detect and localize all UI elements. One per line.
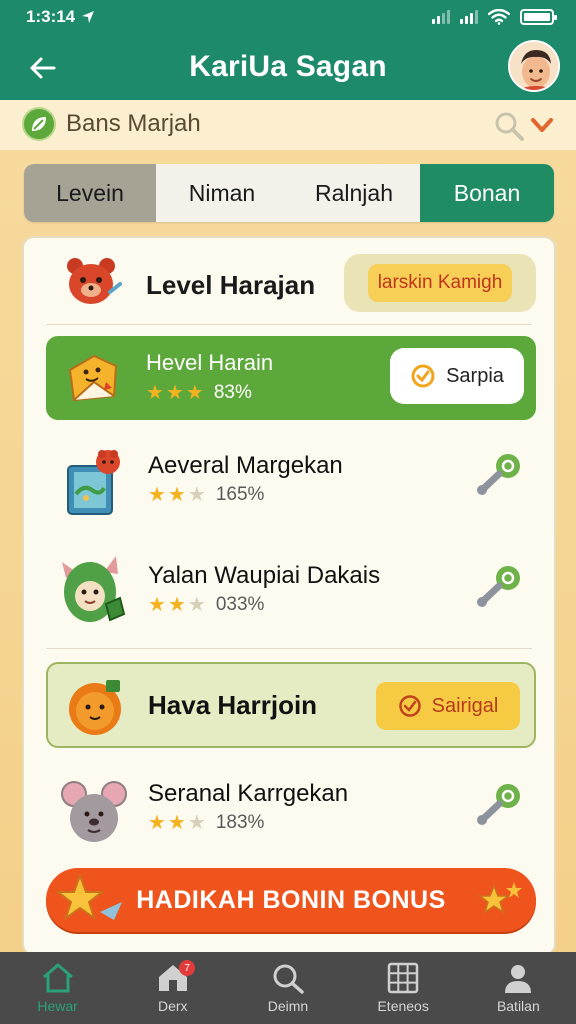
- grid-icon: [387, 962, 419, 994]
- dino-mascot-icon: [62, 556, 126, 622]
- level-title: Hava Harrjoin: [148, 690, 318, 720]
- nav-item-profile[interactable]: Batilan: [461, 952, 576, 1024]
- star-rating: ★ ★ ★ 033%: [148, 594, 264, 616]
- star-icon: ★: [167, 594, 186, 616]
- level-title: Seranal Karrgekan: [148, 780, 349, 807]
- star-half-icon: ★: [187, 594, 206, 616]
- search-filter-button[interactable]: [492, 108, 554, 142]
- star-icon: ★: [167, 812, 186, 834]
- level-header: Level Harajan larskin Kamigh: [24, 238, 554, 324]
- star-half-icon: ★: [187, 812, 206, 834]
- star-rating: ★ ★ ★ 165%: [148, 484, 264, 506]
- star-rating: ★ ★ ★ 83%: [146, 382, 252, 404]
- search-icon: [495, 112, 524, 141]
- level-row[interactable]: Seranal Karrgekan ★ ★ ★ 183%: [24, 766, 554, 866]
- status-right: [432, 9, 557, 25]
- star-icon: ★: [148, 484, 166, 506]
- page-title: KariUa Sagan: [189, 50, 387, 83]
- level-percent: 183%: [215, 812, 265, 833]
- leaf-logo-icon: [22, 107, 56, 141]
- key-lock-icon[interactable]: [472, 780, 524, 830]
- avatar[interactable]: [508, 40, 560, 92]
- bonus-label: HADIKAH BONIN BONUS: [136, 885, 446, 914]
- level-percent: 033%: [215, 594, 265, 615]
- star-half-icon: ★: [187, 484, 206, 506]
- star-icon: ★: [165, 382, 184, 404]
- cheese-mascot-icon: [68, 354, 118, 402]
- key-lock-icon[interactable]: [472, 450, 524, 500]
- key-lock-icon[interactable]: [472, 562, 524, 612]
- level-percent: 165%: [215, 484, 265, 505]
- bear-mascot-icon: [67, 258, 122, 304]
- notification-badge: 7: [179, 960, 196, 976]
- star-icon: ★: [185, 382, 204, 404]
- nav-label: Eteneos: [377, 998, 429, 1014]
- nav-label: Hewar: [37, 998, 78, 1014]
- search-icon: [273, 964, 304, 994]
- chevron-down-icon: [531, 118, 553, 132]
- star-bonus-icon: [56, 873, 122, 921]
- profile-icon: [505, 965, 532, 993]
- divider: [46, 324, 532, 325]
- clock-check-icon: [398, 695, 421, 717]
- signal-icon: [432, 10, 450, 24]
- level-title: Yalan Waupiai Dakais: [148, 562, 381, 589]
- star-rating: ★ ★ ★ 183%: [148, 812, 264, 834]
- tab-ralnjah[interactable]: Ralnjah: [288, 164, 420, 222]
- nav-item-home[interactable]: Hewar: [0, 952, 115, 1024]
- level-title: Hevel Harain: [146, 350, 274, 375]
- level-title: Aeveral Margekan: [148, 452, 343, 479]
- level-action-button[interactable]: Sairigal: [376, 682, 520, 730]
- nav-label: Derx: [158, 998, 188, 1014]
- brand-pill: Bans Marjah: [22, 106, 558, 142]
- wifi-icon: [488, 9, 510, 25]
- star-icon: ★: [148, 594, 166, 616]
- bottom-nav: Hewar 7 Derx Deimn Eteneos Batilan: [0, 952, 576, 1024]
- status-time: 1:3:14: [26, 7, 76, 26]
- location-icon: [82, 11, 95, 23]
- bonus-button[interactable]: HADIKAH BONIN BONUS: [46, 868, 536, 932]
- app-header: KariUa Sagan: [0, 34, 576, 100]
- status-bar: 1:3:14: [0, 0, 576, 34]
- mouse-mascot-icon: [61, 781, 127, 842]
- level-row-active[interactable]: Hevel Harain ★ ★ ★ 83% Sarpia: [46, 336, 536, 420]
- level-header-title: Level Harajan: [146, 270, 316, 300]
- level-row[interactable]: Aeveral Margekan ★ ★ ★ 165%: [24, 438, 554, 548]
- level-percent: 83%: [213, 382, 252, 403]
- nav-label: Deimn: [267, 998, 309, 1014]
- signal-icon-secondary: [460, 10, 478, 24]
- level-action-label: Sarpia: [446, 364, 504, 387]
- level-action-label: Sairigal: [431, 694, 499, 717]
- nav-item-derx[interactable]: 7 Derx: [115, 952, 230, 1024]
- brand-row: Bans Marjah: [0, 100, 576, 150]
- star-icon: ★: [148, 812, 166, 834]
- divider: [46, 648, 532, 649]
- level-header-badge[interactable]: larskin Kamigh: [344, 254, 536, 312]
- tab-bar: Levein Niman Ralnjah Bonan: [24, 164, 554, 222]
- star-sparkle-icon: [477, 882, 522, 914]
- level-header-badge-label: larskin Kamigh: [367, 264, 513, 302]
- lion-mascot-icon: [69, 680, 121, 735]
- brand-label: Bans Marjah: [66, 110, 201, 137]
- tab-levein[interactable]: Levein: [24, 164, 156, 222]
- star-icon: ★: [167, 484, 186, 506]
- level-action-button[interactable]: Sarpia: [390, 348, 524, 404]
- nav-item-grid[interactable]: Eteneos: [346, 952, 461, 1024]
- levels-panel: Level Harajan larskin Kamigh Hevel Harai…: [22, 236, 556, 956]
- level-row[interactable]: Yalan Waupiai Dakais ★ ★ ★ 033%: [24, 548, 554, 658]
- map-book-icon: [67, 450, 120, 515]
- clock-check-icon: [411, 364, 435, 388]
- nav-item-search[interactable]: Deimn: [230, 952, 345, 1024]
- battery-icon: [520, 9, 557, 25]
- tab-niman[interactable]: Niman: [156, 164, 288, 222]
- avatar-face-icon: [510, 42, 558, 90]
- status-left: 1:3:14: [26, 7, 95, 27]
- star-icon: ★: [146, 382, 164, 404]
- back-arrow-icon: [30, 57, 56, 79]
- back-button[interactable]: [22, 48, 62, 88]
- tab-bonan[interactable]: Bonan: [420, 164, 554, 222]
- level-row-highlight[interactable]: Hava Harrjoin Sairigal: [46, 662, 536, 748]
- home-icon: [42, 963, 73, 993]
- nav-label: Batilan: [496, 998, 540, 1014]
